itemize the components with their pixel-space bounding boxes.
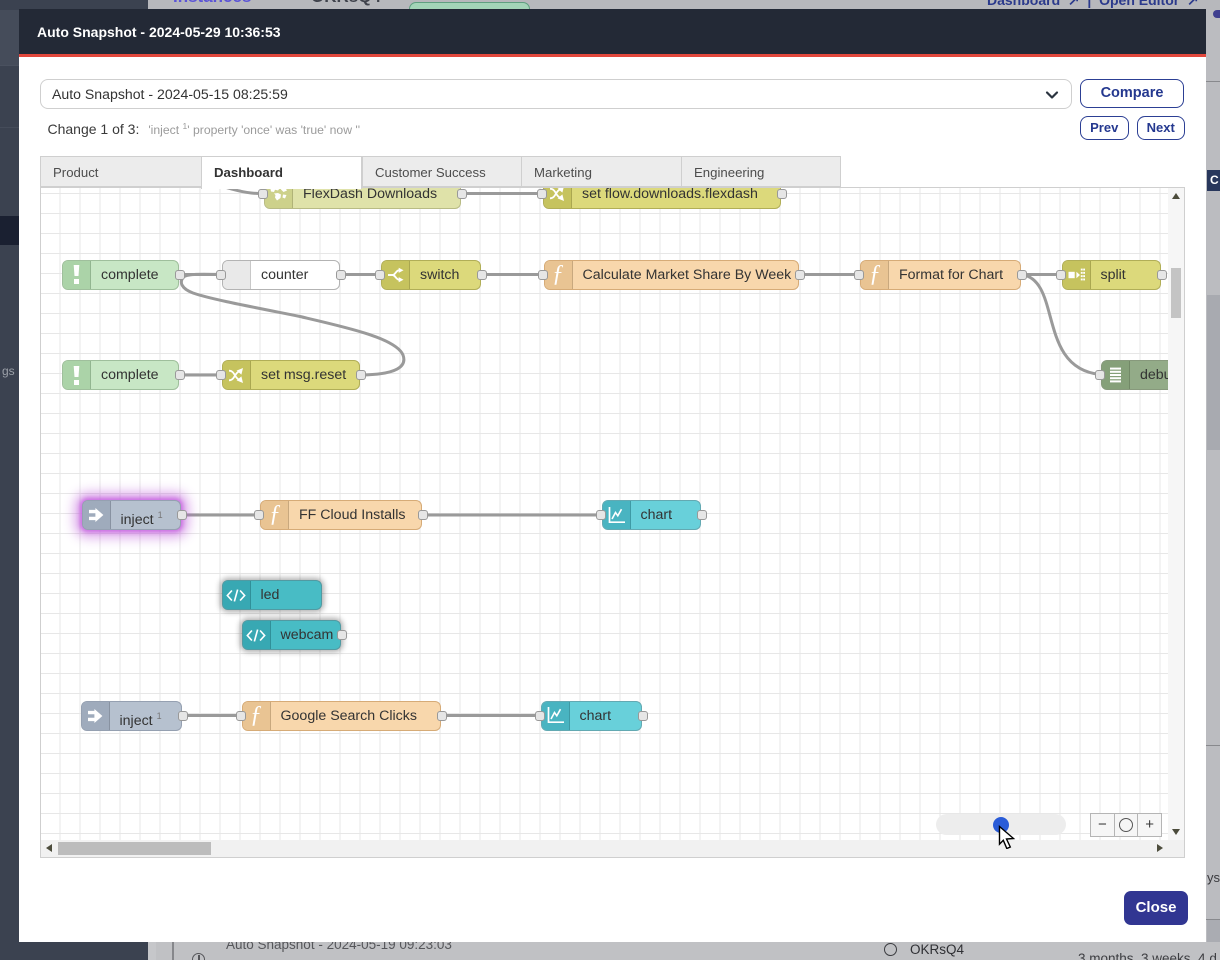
svg-text:ƒ: ƒ <box>269 503 281 527</box>
svg-text:ƒ: ƒ <box>250 704 262 728</box>
svg-text:ƒ: ƒ <box>869 263 881 287</box>
svg-text:ƒ: ƒ <box>552 263 564 287</box>
